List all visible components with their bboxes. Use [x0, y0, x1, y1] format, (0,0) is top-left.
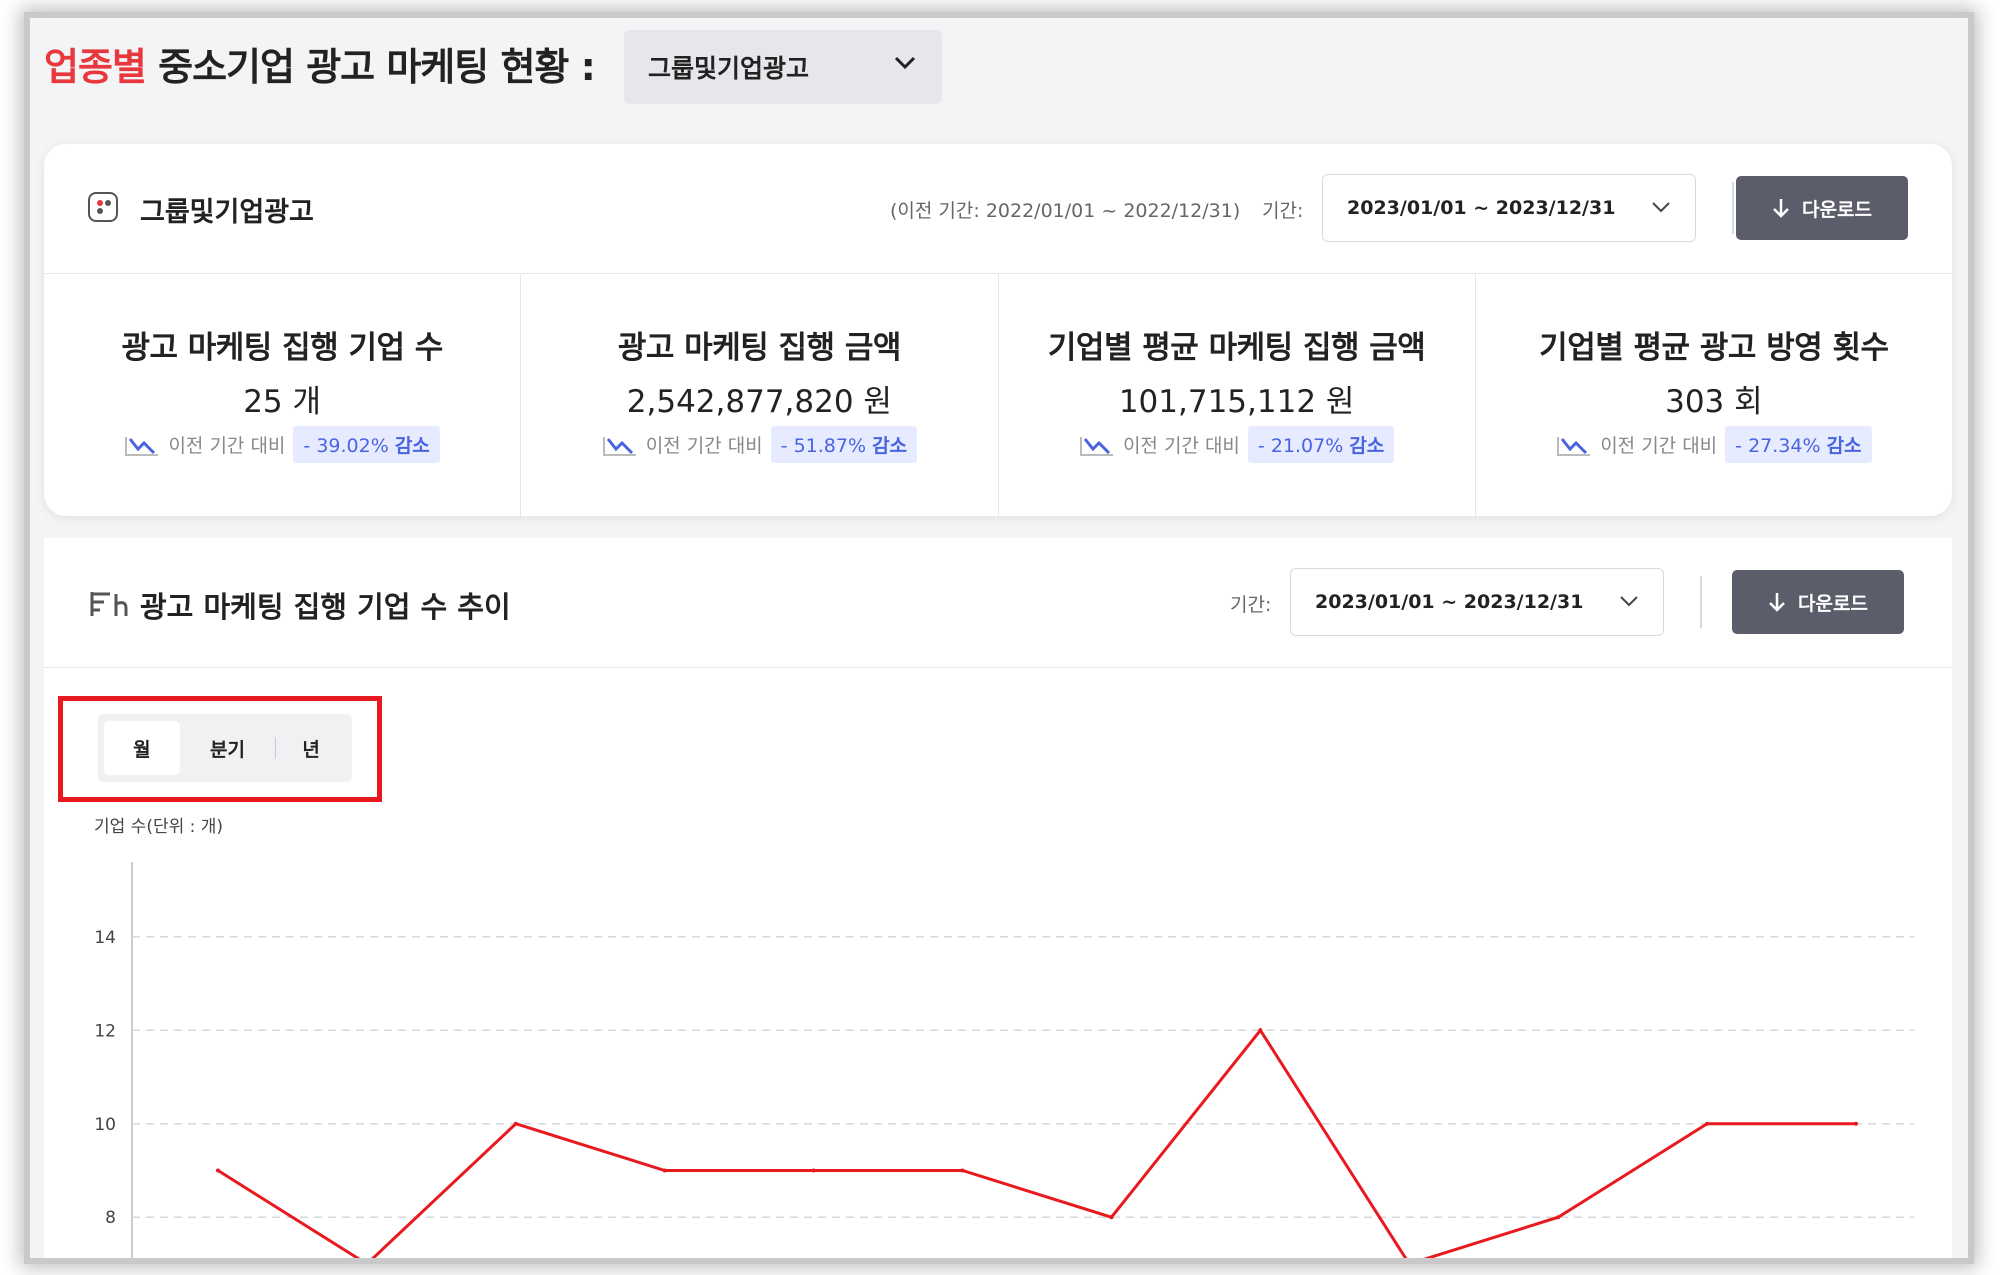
- download-arrow-icon: [1769, 593, 1785, 612]
- compare-label: 이전 기간 대비: [1600, 435, 1718, 457]
- trend-period-label: 기간:: [1230, 594, 1272, 616]
- stat-label: 광고 마케팅 집행 기업 수: [121, 330, 443, 366]
- category-select-value: 그룹및기업광고: [648, 54, 810, 83]
- change-badge: - 21.07% 감소: [1247, 426, 1395, 463]
- stat-marketing-amount: 광고 마케팅 집행 금액 2,542,877,820 원 이전 기간 대비 - …: [521, 274, 999, 516]
- chevron-down-icon: [1620, 596, 1638, 607]
- category-logo-icon: [88, 192, 118, 222]
- trend-date-value: 2023/01/01 ~ 2023/12/31: [1315, 591, 1584, 613]
- page-title-rest: 중소기업 광고 마케팅 현황 :: [145, 45, 596, 89]
- y-tick-label: 10: [94, 1115, 116, 1135]
- summary-card: 그룹및기업광고 (이전 기간: 2022/01/01 ~ 2022/12/31)…: [44, 144, 1952, 516]
- change-value: - 51.87%: [780, 435, 867, 457]
- trend-download-label: 다운로드: [1798, 592, 1868, 615]
- trend-down-icon: [602, 436, 636, 456]
- stat-value: 101,715,112 원: [1118, 384, 1355, 420]
- change-direction: 감소: [394, 435, 430, 457]
- change-direction: 감소: [872, 435, 908, 457]
- y-tick-label: 14: [94, 928, 116, 948]
- page-title: 업종별 중소기업 광고 마케팅 현황 :: [44, 36, 596, 91]
- change-value: - 27.34%: [1735, 435, 1821, 457]
- change-value: - 21.07%: [1257, 435, 1344, 457]
- compare-label: 이전 기간 대비: [645, 435, 763, 457]
- stat-label: 기업별 평균 광고 방영 횟수: [1539, 330, 1889, 366]
- stat-compare: 이전 기간 대비 - 51.87% 감소: [521, 426, 997, 463]
- data-point: [662, 1168, 667, 1173]
- chevron-down-icon: [1652, 202, 1670, 213]
- y-tick-label: 12: [94, 1021, 116, 1041]
- change-badge: - 51.87% 감소: [770, 426, 918, 463]
- period-label: 기간:: [1262, 200, 1304, 222]
- trend-date-select[interactable]: 2023/01/01 ~ 2023/12/31: [1290, 568, 1664, 636]
- stat-value: 25 개: [243, 384, 322, 420]
- stat-avg-marketing-amount: 기업별 평균 마케팅 집행 금액 101,715,112 원 이전 기간 대비 …: [999, 274, 1476, 516]
- stat-label: 기업별 평균 마케팅 집행 금액: [1047, 330, 1426, 366]
- stat-company-count: 광고 마케팅 집행 기업 수 25 개 이전 기간 대비 - 39.02% 감소: [44, 274, 522, 516]
- data-point: [1705, 1121, 1710, 1126]
- trend-down-icon: [1079, 436, 1113, 456]
- summary-card-title: 그룹및기업광고: [140, 197, 314, 228]
- stat-avg-broadcast-count: 기업별 평균 광고 방영 횟수 303 회 이전 기간 대비 - 27.34% …: [1476, 274, 1952, 516]
- trend-title: 광고 마케팅 집행 기업 수 추이: [140, 590, 511, 624]
- change-badge: - 39.02% 감소: [293, 426, 440, 463]
- header-divider: [1700, 576, 1702, 628]
- change-direction: 감소: [1826, 435, 1862, 457]
- trend-header: 광고 마케팅 집행 기업 수 추이 기간: 2023/01/01 ~ 2023/…: [44, 538, 1952, 668]
- data-point: [1258, 1028, 1263, 1033]
- change-badge: - 27.34% 감소: [1725, 426, 1872, 463]
- summary-date-select[interactable]: 2023/01/01 ~ 2023/12/31: [1322, 174, 1696, 242]
- data-point: [1556, 1215, 1561, 1220]
- download-arrow-icon: [1773, 199, 1789, 218]
- data-point: [513, 1121, 518, 1126]
- data-point: [811, 1168, 816, 1173]
- compare-label: 이전 기간 대비: [168, 435, 286, 457]
- trend-panel: 광고 마케팅 집행 기업 수 추이 기간: 2023/01/01 ~ 2023/…: [44, 538, 1952, 1258]
- trend-line-chart: 기업 수(단위 : 개) 8 10 12 14: [94, 817, 1914, 1258]
- series-line: [217, 1027, 1856, 1258]
- previous-period-text: (이전 기간: 2022/01/01 ~ 2022/12/31): [890, 200, 1241, 222]
- y-tick-label: 8: [105, 1208, 116, 1228]
- stat-label: 광고 마케팅 집행 금액: [617, 330, 902, 366]
- trend-down-icon: [125, 436, 159, 456]
- trend-download-button[interactable]: 다운로드: [1732, 570, 1904, 634]
- summary-download-button[interactable]: 다운로드: [1736, 176, 1908, 240]
- summary-card-header: 그룹및기업광고 (이전 기간: 2022/01/01 ~ 2022/12/31)…: [44, 144, 1952, 274]
- change-value: - 39.02%: [303, 435, 389, 457]
- compare-label: 이전 기간 대비: [1122, 435, 1240, 457]
- category-select[interactable]: 그룹및기업광고: [624, 30, 942, 104]
- stat-compare: 이전 기간 대비 - 27.34% 감소: [1476, 426, 1952, 463]
- stat-compare: 이전 기간 대비 - 39.02% 감소: [44, 426, 520, 463]
- summary-date-value: 2023/01/01 ~ 2023/12/31: [1347, 197, 1616, 219]
- stat-value: 2,542,877,820 원: [626, 384, 892, 420]
- app-frame: 업종별 중소기업 광고 마케팅 현황 : 그룹및기업광고 그룹및기업광고 (이전…: [30, 18, 1968, 1258]
- stats-row: 광고 마케팅 집행 기업 수 25 개 이전 기간 대비 - 39.02% 감소…: [44, 274, 1952, 516]
- stat-compare: 이전 기간 대비 - 21.07% 감소: [999, 426, 1475, 463]
- data-point: [960, 1168, 965, 1173]
- summary-download-label: 다운로드: [1802, 198, 1872, 221]
- stat-value: 303 회: [1665, 384, 1763, 420]
- change-direction: 감소: [1349, 435, 1385, 457]
- data-point: [216, 1168, 220, 1173]
- data-point: [1109, 1215, 1114, 1220]
- header-divider: [1732, 182, 1734, 234]
- data-point: [1854, 1121, 1858, 1126]
- y-axis-title: 기업 수(단위 : 개): [94, 817, 223, 837]
- page-title-accent: 업종별: [44, 45, 147, 89]
- chart-bars-icon: [90, 592, 128, 616]
- chevron-down-icon: [894, 56, 916, 70]
- trend-down-icon: [1557, 436, 1591, 456]
- highlight-annotation-box: [58, 696, 382, 802]
